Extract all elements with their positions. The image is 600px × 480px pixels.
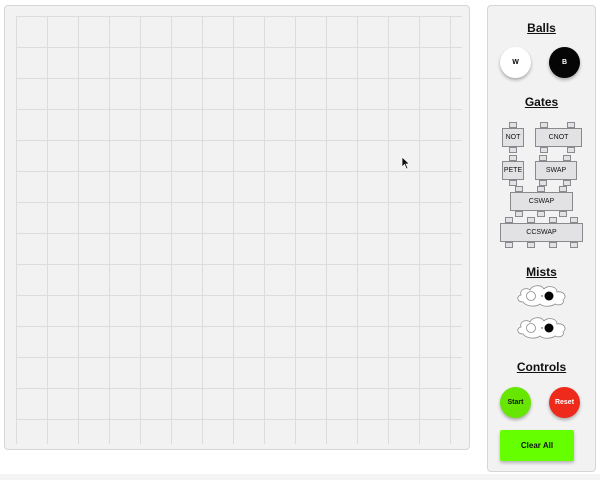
clear-all-button[interactable]: Clear All [500,430,574,461]
start-button-label: Start [507,399,524,406]
not-gate[interactable]: NOT [502,122,524,153]
component-sidebar: Balls W B Gates NOT CNOT PETE SWAP CSWAP… [487,5,596,472]
cnot-gate-label: CNOT [548,134,569,141]
ccswap-gate[interactable]: CCSWAP [500,217,583,248]
reset-button-label: Reset [554,399,575,406]
cswap-gate[interactable]: CSWAP [510,186,573,217]
black-ball-label: B [561,59,568,66]
cloud-icon [517,285,566,307]
bottom-strip [0,474,600,480]
swap-gate-label: SWAP [545,167,567,174]
clear-all-button-label: Clear All [520,441,554,450]
black-ball[interactable]: B [549,47,580,78]
mist-white-black-2[interactable] [515,315,569,339]
white-ball-label: W [512,59,519,66]
pete-gate-label: PETE [503,167,523,174]
cloud-icon [517,317,566,339]
board-panel[interactable] [4,5,470,450]
mists-heading: Mists [526,265,557,279]
cswap-gate-label: CSWAP [528,198,555,205]
cnot-gate[interactable]: CNOT [535,122,582,153]
controls-heading: Controls [516,360,567,374]
ccswap-gate-label: CCSWAP [526,229,557,236]
pete-gate[interactable]: PETE [502,155,524,186]
white-ball[interactable]: W [500,47,531,78]
reset-button[interactable]: Reset [549,387,580,418]
swap-gate[interactable]: SWAP [535,155,577,186]
board-grid[interactable] [16,16,462,444]
not-gate-label: NOT [505,134,521,141]
start-button[interactable]: Start [500,387,531,418]
gates-heading: Gates [524,95,559,109]
mist-white-black[interactable] [515,283,569,307]
mouse-pointer-icon [401,156,411,170]
balls-heading: Balls [527,21,556,35]
